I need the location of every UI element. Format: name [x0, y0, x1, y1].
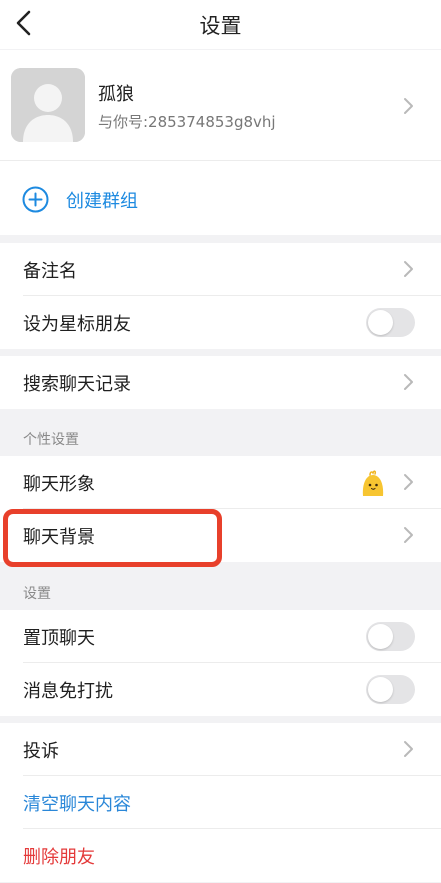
row-do-not-disturb: 消息免打扰 [0, 663, 441, 716]
row-label: 聊天形象 [23, 474, 95, 495]
row-label: 置顶聊天 [23, 628, 95, 649]
default-avatar-icon [11, 68, 85, 142]
delete-friend-label: 删除朋友 [23, 847, 95, 868]
delete-friend-button[interactable]: 删除朋友 [0, 829, 441, 882]
row-pin-chat: 置顶聊天 [0, 610, 441, 663]
row-label: 消息免打扰 [23, 681, 113, 702]
chevron-right-icon [404, 741, 413, 757]
toggle-knob [368, 310, 393, 335]
clear-chat-button[interactable]: 清空聊天内容 [0, 776, 441, 829]
chevron-right-icon [404, 474, 413, 490]
do-not-disturb-toggle[interactable] [366, 675, 415, 704]
row-remark[interactable]: 备注名 [0, 243, 441, 296]
header-bar: 设置 [0, 0, 441, 49]
plus-circle-icon [22, 186, 49, 213]
toggle-knob [368, 624, 393, 649]
create-group-label: 创建群组 [66, 191, 138, 212]
section-label-settings: 设置 [23, 586, 51, 602]
profile-card[interactable]: 孤狼 与你号:285374853g8vhj [0, 50, 441, 160]
pin-chat-toggle[interactable] [366, 622, 415, 651]
star-friend-toggle[interactable] [366, 308, 415, 337]
row-chat-background[interactable]: 聊天背景 [0, 509, 441, 562]
row-label: 备注名 [23, 261, 77, 282]
row-label: 设为星标朋友 [23, 314, 131, 335]
row-label: 搜索聊天记录 [23, 374, 131, 395]
row-label: 投诉 [23, 741, 59, 762]
section-label-personal: 个性设置 [23, 432, 79, 448]
chevron-right-icon [404, 261, 413, 277]
row-star-friend: 设为星标朋友 [0, 296, 441, 349]
create-group-button[interactable]: 创建群组 [0, 160, 441, 235]
row-label: 聊天背景 [23, 527, 95, 548]
profile-name: 孤狼 [98, 84, 134, 105]
clear-chat-label: 清空聊天内容 [23, 794, 131, 815]
chevron-right-icon [404, 527, 413, 543]
chevron-right-icon [404, 98, 413, 114]
row-report[interactable]: 投诉 [0, 723, 441, 776]
toggle-knob [368, 677, 393, 702]
profile-id: 与你号:285374853g8vhj [98, 113, 276, 131]
chevron-right-icon [404, 374, 413, 390]
avatar [11, 68, 85, 142]
row-chat-avatar[interactable]: 聊天形象 [0, 456, 441, 509]
row-search-history[interactable]: 搜索聊天记录 [0, 356, 441, 409]
page-title: 设置 [199, 14, 242, 38]
chick-icon [362, 470, 384, 496]
